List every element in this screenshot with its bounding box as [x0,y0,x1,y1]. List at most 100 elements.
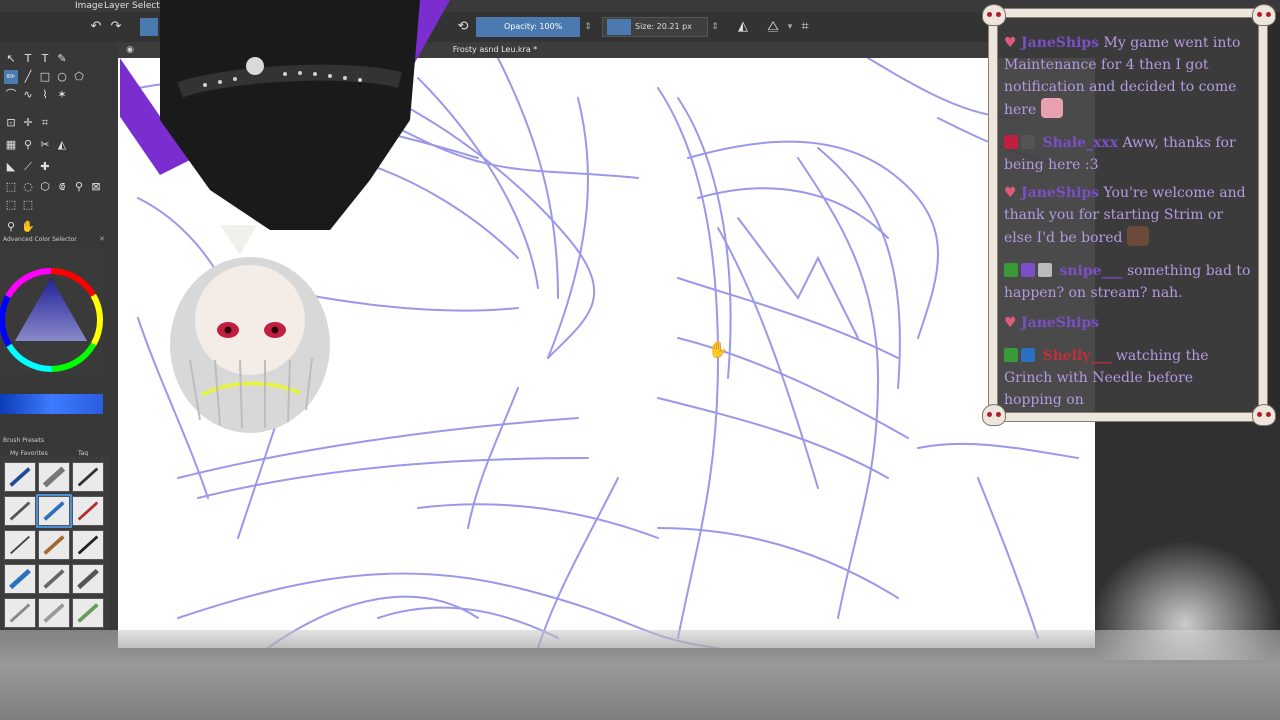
select-tool-icon[interactable]: ↖ [4,52,18,66]
cat-badge-icon [1021,135,1035,149]
brush-preset-selected[interactable] [36,494,72,528]
brush-preset[interactable] [4,496,36,526]
path-tool-icon[interactable]: ⌒ [4,88,18,102]
subscriber-badge-icon [1021,263,1035,277]
broadcaster-badge-icon [1004,135,1018,149]
size-slider[interactable]: Size: 20.21 px [602,17,708,37]
move-tool-icon[interactable]: ✛ [21,116,35,130]
fog-overlay [0,630,1280,720]
chat-text: Aww, thanks for being here :3 [1004,135,1236,173]
multibrush-tool-icon[interactable]: ✶ [55,88,69,102]
brush-preset-grid [0,456,110,636]
size-label: Size: 20.21 px [635,22,692,31]
chat-username: JaneShips [1021,315,1100,331]
dynamic-brush-tool-icon[interactable]: ⌇ [38,88,52,102]
brush-preset[interactable] [38,564,70,594]
bone-frame-left [988,16,998,414]
undo-icon[interactable]: ↶ [88,18,104,36]
ellipse-tool-icon[interactable]: ○ [55,70,69,84]
hand-cursor-icon: ✋ [708,340,728,359]
mirror-horizontal-icon[interactable]: ◭ [735,18,751,36]
contiguous-select-tool-icon[interactable]: ⚲ [72,180,86,194]
smart-patch-tool-icon[interactable]: ✂ [38,138,52,152]
chat-message: ♥ JaneShips You're welcome and thank you… [1004,182,1254,249]
calligraphy-tool-icon[interactable]: ✎ [55,52,69,66]
freehand-path-tool-icon[interactable]: ∿ [21,88,35,102]
polygon-tool-icon[interactable]: ⬠ [72,70,86,84]
mirror-vertical-icon[interactable]: ⧋ [765,18,781,36]
similar-select-tool-icon[interactable]: ⊠ [89,180,103,194]
mirror-options-icon[interactable]: ▾ [784,20,796,34]
heart-badge-icon: ♥ [1004,185,1017,201]
chat-username: Shelly___ [1042,348,1112,364]
opacity-stepper-icon[interactable]: ⇕ [582,20,594,34]
assistant-tool-icon[interactable]: ◣ [4,160,18,174]
zoom-tool-icon[interactable]: ⚲ [4,220,18,234]
heart-badge-icon: ♥ [1004,35,1017,51]
brush-preset[interactable] [4,598,36,628]
fill-tool-icon[interactable]: ◭ [55,138,69,152]
skull-icon [982,404,1006,426]
freehand-select-tool-icon[interactable]: ⟃ [55,180,69,194]
docker-close-icon[interactable]: ✕ [96,232,108,246]
chat-username: Shale_xxx [1042,135,1119,151]
bezier-select-tool-icon[interactable]: ⬚ [4,198,18,212]
fog-overlay-right [1090,540,1280,660]
crop-tool-icon[interactable]: ⌗ [38,116,52,130]
rectangle-tool-icon[interactable]: □ [38,70,52,84]
brush-preset[interactable] [4,564,36,594]
brush-preset[interactable] [38,598,70,628]
moderator-badge-icon [1004,263,1018,277]
moderator-badge-icon [1004,348,1018,362]
size-stepper-icon[interactable]: ⇕ [709,20,721,34]
toolbox-panel: ↖ T T ✎ ✏ ╱ □ ○ ⬠ ⌒ ∿ ⌇ ✶ ⊡ ✛ ⌗ ▦ ⚲ ✂ ◭ … [0,42,118,652]
brush-preset[interactable] [72,530,104,560]
color-picker-tool-icon[interactable]: ⚲ [21,138,35,152]
wrap-icon[interactable]: ⌗ [797,18,813,36]
pan-tool-icon[interactable]: ✋ [21,220,35,234]
edit-shapes-tool-icon[interactable]: T [38,52,52,66]
brush-preset[interactable] [4,462,36,492]
vtuber-avatar [120,0,450,433]
color-wheel-icon[interactable] [0,250,103,374]
chat-message: snipe___ something bad to happen? on str… [1004,260,1254,304]
opacity-slider[interactable]: Opacity: 100% [476,17,580,37]
bone-frame-bottom [996,412,1260,422]
brush-preset[interactable] [72,462,104,492]
transform-tool-icon[interactable]: ⊡ [4,116,18,130]
skull-icon [982,4,1006,26]
chat-message: Shelly___ watching the Grinch with Needl… [1004,345,1254,411]
bone-frame-top [996,8,1260,18]
heart-badge-icon: ♥ [1004,315,1017,331]
size-swatch-icon [607,18,631,35]
brush-preset[interactable] [72,564,104,594]
krita-window: Image Layer Select ↶ ↷ ▾ ⟲ Opacity: 100%… [0,0,1280,720]
chat-username: snipe___ [1059,263,1123,279]
brush-preset[interactable] [38,530,70,560]
gradient-tool-icon[interactable]: ▦ [4,138,18,152]
chat-username: JaneShips [1021,35,1100,51]
text-tool-icon[interactable]: T [21,52,35,66]
chat-message: ♥ JaneShips My game went into Maintenanc… [1004,32,1254,121]
rect-select-tool-icon[interactable]: ⬚ [4,180,18,194]
advanced-color-selector[interactable] [0,250,103,374]
emote-icon [1040,98,1063,118]
reference-tool-icon[interactable]: ✚ [38,160,52,174]
measure-tool-icon[interactable]: ⟋ [21,160,35,174]
skull-icon [1252,404,1276,426]
skull-badge-icon [1038,263,1052,277]
line-tool-icon[interactable]: ╱ [21,70,35,84]
menu-image[interactable]: Image [75,0,103,12]
brush-preset[interactable] [38,462,70,492]
chat-message: Shale_xxx Aww, thanks for being here :3 [1004,132,1254,176]
brush-tool-icon[interactable]: ✏ [4,70,18,84]
color-gradient-strip[interactable] [0,394,103,414]
magnetic-select-tool-icon[interactable]: ⬚ [21,198,35,212]
brush-preset[interactable] [72,496,104,526]
bone-frame-right [1258,16,1268,414]
brush-preset[interactable] [4,530,36,560]
brush-presets-title: Brush Presets [3,437,45,444]
polygon-select-tool-icon[interactable]: ⬡ [38,180,52,194]
ellipse-select-tool-icon[interactable]: ◌ [21,180,35,194]
brush-preset[interactable] [72,598,104,628]
